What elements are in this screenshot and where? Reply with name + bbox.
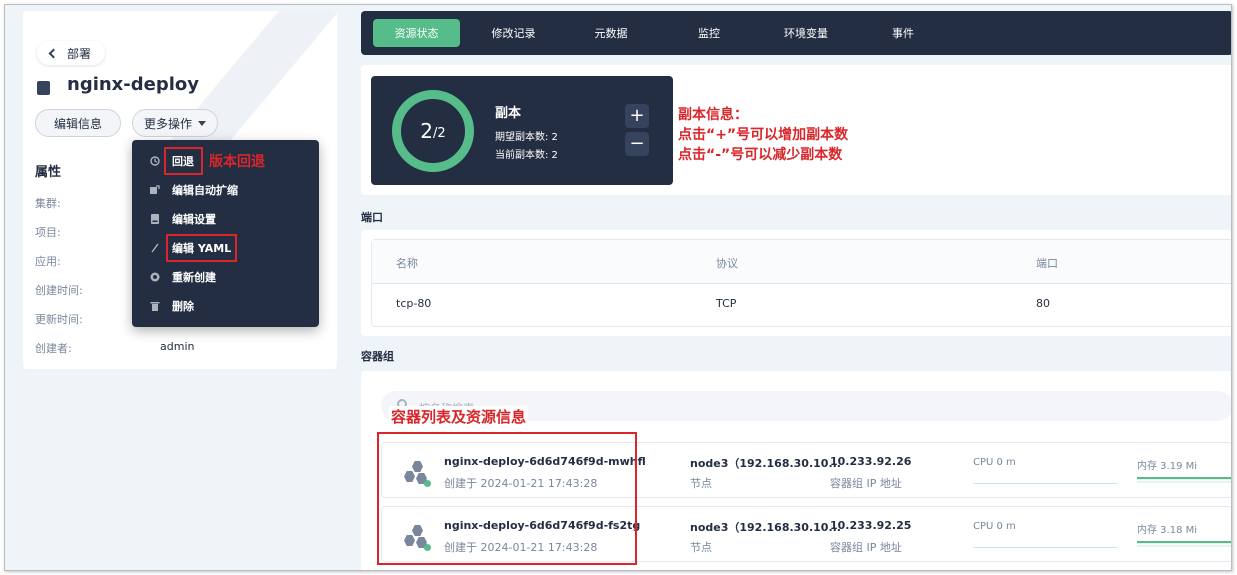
trash-icon <box>150 301 160 311</box>
annotation-replica-minus: 点击“-”号可以减少副本数 <box>678 147 843 163</box>
replica-title: 副本 <box>495 106 522 121</box>
col-name: 名称 <box>396 257 418 270</box>
autoscale-icon <box>150 185 160 195</box>
attr-label-app: 应用: <box>35 255 61 268</box>
col-port: 端口 <box>1036 257 1058 270</box>
pod-memory-sparkline <box>1137 477 1231 483</box>
menu-label-edit-settings: 编辑设置 <box>172 213 216 226</box>
edit-icon <box>150 243 160 253</box>
more-actions-button[interactable]: 更多操作 <box>132 109 218 137</box>
pod-ip-label: 容器组 IP 地址 <box>830 541 902 554</box>
history-icon <box>150 156 160 166</box>
settings-icon <box>150 214 160 224</box>
pod-cpu-sparkline <box>973 483 1117 484</box>
decrease-replicas-button[interactable]: − <box>625 132 649 156</box>
pod-node-label: 节点 <box>690 541 712 554</box>
ports-table-header: 名称 协议 端口 <box>372 240 1231 284</box>
pod-cpu: CPU 0 m <box>973 457 1016 468</box>
col-protocol: 协议 <box>716 257 738 270</box>
port-protocol: TCP <box>716 297 737 310</box>
annotation-replicas: 副本信息： 点击“+”号可以增加副本数 点击“-”号可以减少副本数 <box>678 105 848 165</box>
replica-card: 2/2 副本 期望副本数: 2 当前副本数: 2 + − <box>371 76 673 185</box>
menu-item-edit-settings[interactable]: 编辑设置 <box>150 208 216 230</box>
caret-down-icon <box>198 120 206 126</box>
tab-bar: 资源状态 修改记录 元数据 监控 环境变量 事件 <box>361 11 1231 55</box>
pod-node-label: 节点 <box>690 477 712 490</box>
edit-info-label: 编辑信息 <box>53 116 102 131</box>
tab-revision-history[interactable]: 修改记录 <box>471 19 556 47</box>
pod-ip: 10.233.92.25 <box>830 519 912 532</box>
edit-info-button[interactable]: 编辑信息 <box>35 109 121 137</box>
pod-node[interactable]: node3（192.168.30.10... <box>690 455 841 471</box>
menu-item-edit-autoscale[interactable]: 编辑自动扩缩 <box>150 179 238 201</box>
attr-value-creator: admin <box>160 340 195 353</box>
menu-item-delete[interactable]: 删除 <box>150 295 194 317</box>
annotation-rollback: 版本回退 <box>209 154 265 170</box>
tab-resource-status[interactable]: 资源状态 <box>373 19 460 47</box>
attr-label-created: 创建时间: <box>35 284 83 297</box>
more-actions-label: 更多操作 <box>143 116 192 131</box>
pod-ip-label: 容器组 IP 地址 <box>830 477 902 490</box>
attr-label-cluster: 集群: <box>35 197 61 210</box>
pod-cpu-sparkline <box>973 547 1117 548</box>
tab-events[interactable]: 事件 <box>873 19 933 47</box>
pod-memory: 内存 3.19 Mi <box>1137 461 1198 472</box>
menu-label-recreate: 重新创建 <box>172 271 216 284</box>
tab-metadata[interactable]: 元数据 <box>576 19 646 47</box>
ports-table: 名称 协议 端口 tcp-80 TCP 80 <box>371 239 1231 327</box>
annotation-containers: 容器列表及资源信息 <box>389 406 529 427</box>
replica-ring: 2/2 <box>392 90 474 172</box>
replica-current: 2 <box>420 119 434 143</box>
page-title: nginx-deploy <box>67 74 200 95</box>
pod-memory-sparkline <box>1137 541 1231 547</box>
back-button[interactable]: 部署 <box>37 41 106 65</box>
pod-memory: 内存 3.18 Mi <box>1137 525 1198 536</box>
highlight-edit-yaml <box>166 234 237 262</box>
app-window: 部署 nginx-deploy 编辑信息 更多操作 属性 集群: 项目: 应用:… <box>4 4 1232 571</box>
attr-label-creator: 创建者: <box>35 342 72 355</box>
menu-item-recreate[interactable]: 重新创建 <box>150 266 216 288</box>
attributes-heading: 属性 <box>35 165 62 180</box>
tab-env-vars[interactable]: 环境变量 <box>766 19 846 47</box>
pods-heading: 容器组 <box>361 350 394 363</box>
port-name: tcp-80 <box>396 297 432 310</box>
pod-ip: 10.233.92.26 <box>830 455 912 468</box>
attr-label-updated: 更新时间: <box>35 313 83 326</box>
menu-label-delete: 删除 <box>172 300 194 313</box>
attr-label-project: 项目: <box>35 226 61 239</box>
deployment-icon <box>37 77 55 95</box>
chevron-left-icon <box>48 48 59 58</box>
highlight-rollback <box>164 147 203 175</box>
increase-replicas-button[interactable]: + <box>625 104 649 128</box>
tab-monitoring[interactable]: 监控 <box>676 19 742 47</box>
pod-node[interactable]: node3（192.168.30.10... <box>690 519 841 535</box>
port-number: 80 <box>1036 297 1050 310</box>
recreate-icon <box>150 272 160 282</box>
replica-desired: /2 <box>433 126 446 141</box>
replica-desired-line: 期望副本数: 2 <box>495 132 558 143</box>
highlight-container-list <box>377 432 637 565</box>
pod-cpu: CPU 0 m <box>973 521 1016 532</box>
back-label: 部署 <box>67 46 92 61</box>
replica-current-line: 当前副本数: 2 <box>495 150 558 161</box>
ports-heading: 端口 <box>361 211 383 224</box>
menu-label-edit-autoscale: 编辑自动扩缩 <box>172 184 238 197</box>
annotation-replica-title: 副本信息： <box>678 107 748 123</box>
annotation-replica-plus: 点击“+”号可以增加副本数 <box>678 127 849 143</box>
